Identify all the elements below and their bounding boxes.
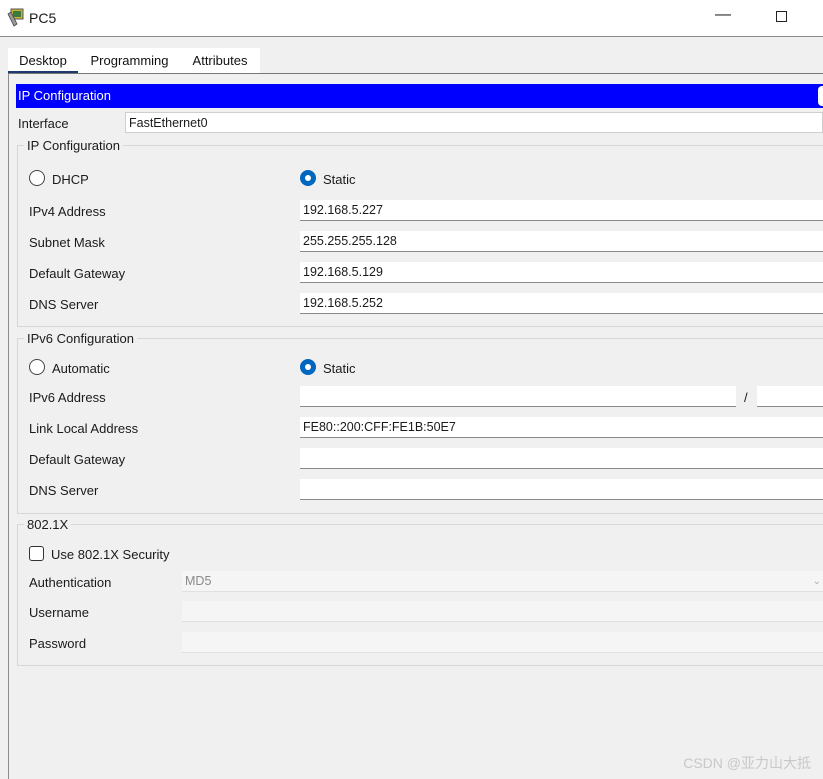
- authentication-label: Authentication: [29, 575, 112, 590]
- ipv6-static-label: Static: [323, 361, 356, 376]
- chevron-down-icon: ⌄: [812, 576, 821, 587]
- ipv4-dns-label: DNS Server: [29, 297, 99, 312]
- interface-field[interactable]: FastEthernet0: [125, 112, 823, 133]
- username-input[interactable]: [182, 601, 823, 622]
- tab-programming-label: Programming: [90, 53, 169, 68]
- ipv6-gateway-label: Default Gateway: [29, 452, 126, 467]
- tab-desktop[interactable]: Desktop: [8, 48, 78, 74]
- ipv4-static-radio[interactable]: [300, 170, 316, 186]
- use-8021x-label: Use 802.1X Security: [51, 547, 170, 562]
- window-title: PC5: [29, 10, 57, 26]
- ipv4-address-input[interactable]: 192.168.5.227: [300, 200, 823, 221]
- dhcp-radio[interactable]: [29, 170, 45, 186]
- pc-app-icon: [7, 8, 24, 27]
- subnet-mask-label: Subnet Mask: [29, 235, 105, 250]
- title-bar: [0, 0, 823, 36]
- title-separator: [0, 36, 823, 37]
- ipv6-gateway-input[interactable]: [300, 448, 823, 469]
- ipv6-address-label: IPv6 Address: [29, 390, 106, 405]
- authentication-value: MD5: [185, 574, 212, 588]
- minimize-button[interactable]: —: [708, 4, 738, 30]
- maximize-button[interactable]: [764, 4, 798, 30]
- tab-desktop-label: Desktop: [19, 53, 67, 68]
- tab-bar: Desktop Programming Attributes: [8, 48, 260, 74]
- tab-attributes-label: Attributes: [192, 53, 248, 68]
- header-close-tab[interactable]: [818, 86, 823, 106]
- watermark: CSDN @亚力山大抵: [683, 755, 811, 771]
- ipv4-gateway-input[interactable]: 192.168.5.129: [300, 262, 823, 283]
- password-input[interactable]: [182, 632, 823, 653]
- tab-attributes[interactable]: Attributes: [180, 48, 260, 72]
- username-label: Username: [29, 605, 89, 620]
- ipv6-prefix-input[interactable]: [757, 386, 823, 407]
- ipv6-dns-input[interactable]: [300, 479, 823, 500]
- tab-divider: [8, 73, 823, 74]
- dhcp-label: DHCP: [52, 172, 89, 187]
- ipv4-gateway-label: Default Gateway: [29, 266, 126, 281]
- subnet-mask-input[interactable]: 255.255.255.128: [300, 231, 823, 252]
- ipv4-static-label: Static: [323, 172, 356, 187]
- link-local-label: Link Local Address: [29, 421, 139, 436]
- ipv6-address-input[interactable]: [300, 386, 736, 407]
- ipv6-dns-label: DNS Server: [29, 483, 99, 498]
- ipv6-group-title: IPv6 Configuration: [24, 331, 137, 346]
- maximize-icon: [776, 11, 787, 22]
- tab-programming[interactable]: Programming: [81, 48, 178, 72]
- link-local-input[interactable]: FE80::200:CFF:FE1B:50E7: [300, 417, 823, 438]
- frame-border: [8, 74, 9, 779]
- ipv6-automatic-label: Automatic: [52, 361, 110, 376]
- ipv4-dns-input[interactable]: 192.168.5.252: [300, 293, 823, 314]
- use-8021x-checkbox[interactable]: [29, 546, 44, 561]
- interface-label: Interface: [18, 116, 69, 131]
- ipv6-automatic-radio[interactable]: [29, 359, 45, 375]
- ipv4-group-title: IP Configuration: [24, 138, 123, 153]
- authentication-select[interactable]: MD5 ⌄: [182, 571, 823, 592]
- ipv4-address-label: IPv4 Address: [29, 204, 106, 219]
- dot1x-group-title: 802.1X: [24, 517, 72, 532]
- config-header: IP Configuration: [16, 84, 823, 108]
- ipv6-static-radio[interactable]: [300, 359, 316, 375]
- prefix-separator: /: [744, 390, 748, 405]
- password-label: Password: [29, 636, 87, 651]
